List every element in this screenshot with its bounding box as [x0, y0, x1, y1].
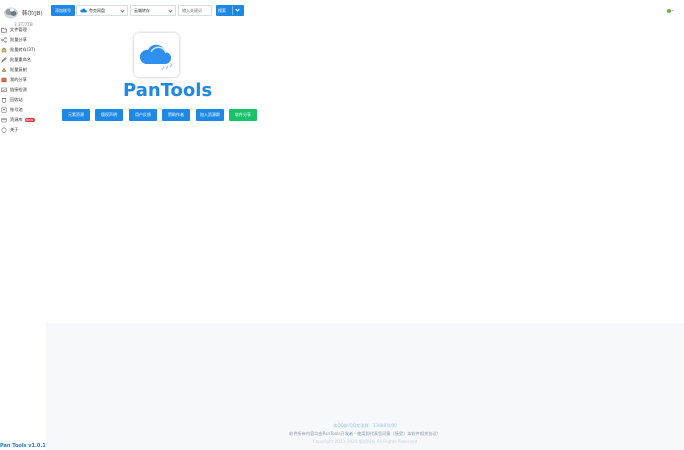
share-icon	[1, 37, 7, 43]
sidebar-item-label: 链接检测	[10, 87, 27, 92]
button-divider	[232, 6, 233, 15]
footer: 本QQ群/QQ交流群：136883000 软件所有内容均由PanTools开发者…	[46, 423, 684, 445]
sidebar: 韩尔(JB) 3.3T/7TB 文件管理 批量分享 批量转存(37) 批量重命名…	[0, 0, 50, 450]
sidebar-item-link-check[interactable]: 链接检测	[0, 85, 46, 95]
sidebar-menu: 文件管理 批量分享 批量转存(37) 批量重命名 批量复制 我的分享 链接检测	[0, 25, 46, 135]
footer-disclaimer: 软件所有内容均由PanTools开发者 · 使用即代表您同意（接受）本软件相关协…	[289, 431, 441, 436]
cloud-logo-icon	[139, 44, 173, 71]
toolbar: 添加账号 夸克网盘 云端转存 搜索	[46, 0, 684, 20]
username: 韩尔(JB)	[22, 11, 43, 17]
app-version: Pan Tools v1.0.17	[0, 443, 50, 449]
app-title: PanTools	[123, 80, 213, 101]
sidebar-item-batch-rename[interactable]: 批量重命名	[0, 55, 46, 65]
transfer-icon	[1, 47, 7, 53]
recycle-icon	[1, 98, 7, 103]
sidebar-item-my-share[interactable]: 我的分享	[0, 75, 46, 85]
sponsor-button[interactable]: 赞助作者	[162, 109, 190, 121]
sidebar-item-label: 批量分享	[10, 37, 27, 42]
feedback-button[interactable]: 用户反馈	[129, 109, 157, 121]
sidebar-item-label: 文件管理	[10, 27, 27, 32]
sidebar-item-label: 批量转存(37)	[10, 47, 36, 52]
avatar[interactable]	[3, 6, 19, 19]
chevron-down-icon[interactable]	[235, 7, 240, 12]
chevron-down-icon	[168, 8, 173, 13]
drive-select-value: 夸克网盘	[89, 7, 105, 13]
chevron-down-icon	[120, 8, 125, 13]
add-account-button[interactable]: 添加账号	[51, 5, 75, 16]
sidebar-item-file-manager[interactable]: 文件管理	[0, 25, 46, 35]
footer-copyright: Copyright 2023-2024 版权所有 All Rights Rese…	[312, 439, 418, 444]
about-icon	[1, 127, 7, 133]
sidebar-item-resource-library[interactable]: 资源库 NEW	[0, 115, 46, 125]
share-software-button[interactable]: 软件分享	[229, 109, 257, 121]
rename-icon	[1, 57, 7, 63]
drive-select[interactable]: 夸克网盘	[76, 5, 128, 16]
theme-icon[interactable]	[666, 8, 674, 14]
footer-contact[interactable]: 本QQ群/QQ交流群：136883000	[46, 423, 684, 429]
main-area: 添加账号 夸克网盘 云端转存 搜索	[46, 0, 684, 450]
sidebar-item-label: 账号池	[10, 107, 23, 112]
sidebar-item-recycle-bin[interactable]: 回收站	[0, 95, 46, 105]
folder-icon	[1, 27, 7, 33]
sidebar-item-batch-transfer[interactable]: 批量转存(37)	[0, 45, 46, 55]
main-content: 添加账号 夸克网盘 云端转存 搜索	[46, 0, 684, 323]
app-logo	[134, 33, 179, 77]
sidebar-item-about[interactable]: 关于	[0, 125, 46, 135]
sidebar-item-label: 关于	[10, 127, 19, 132]
sidebar-item-batch-share[interactable]: 批量分享	[0, 35, 46, 45]
sidebar-item-batch-copy[interactable]: 批量复制	[0, 65, 46, 75]
my-share-icon	[1, 77, 7, 83]
search-input[interactable]	[178, 5, 212, 16]
account-pool-icon	[1, 107, 7, 113]
copy-icon	[1, 67, 7, 72]
sidebar-item-label: 批量重命名	[10, 57, 31, 62]
transfer-type-select[interactable]: 云端转存	[130, 5, 176, 16]
link-check-icon	[1, 87, 7, 92]
transfer-type-value: 云端转存	[134, 7, 150, 13]
join-group-button[interactable]: 加入资源群	[196, 109, 224, 121]
user-profile[interactable]: 韩尔(JB) 3.3T/7TB	[2, 4, 46, 27]
resources-button[interactable]: 元素资源	[62, 109, 90, 121]
search-button[interactable]: 搜索	[216, 5, 244, 16]
search-button-label: 搜索	[218, 8, 226, 13]
sidebar-item-account-pool[interactable]: 账号池	[0, 105, 46, 115]
library-icon	[1, 117, 7, 123]
sidebar-item-label: 回收站	[10, 97, 23, 102]
copyright-button[interactable]: 版权声明	[95, 109, 123, 121]
sidebar-item-label: 我的分享	[10, 77, 27, 82]
sidebar-item-label: 资源库	[10, 117, 23, 122]
sidebar-item-label: 批量复制	[10, 67, 27, 72]
new-badge: NEW	[24, 118, 35, 122]
cloud-drive-icon	[80, 8, 87, 13]
